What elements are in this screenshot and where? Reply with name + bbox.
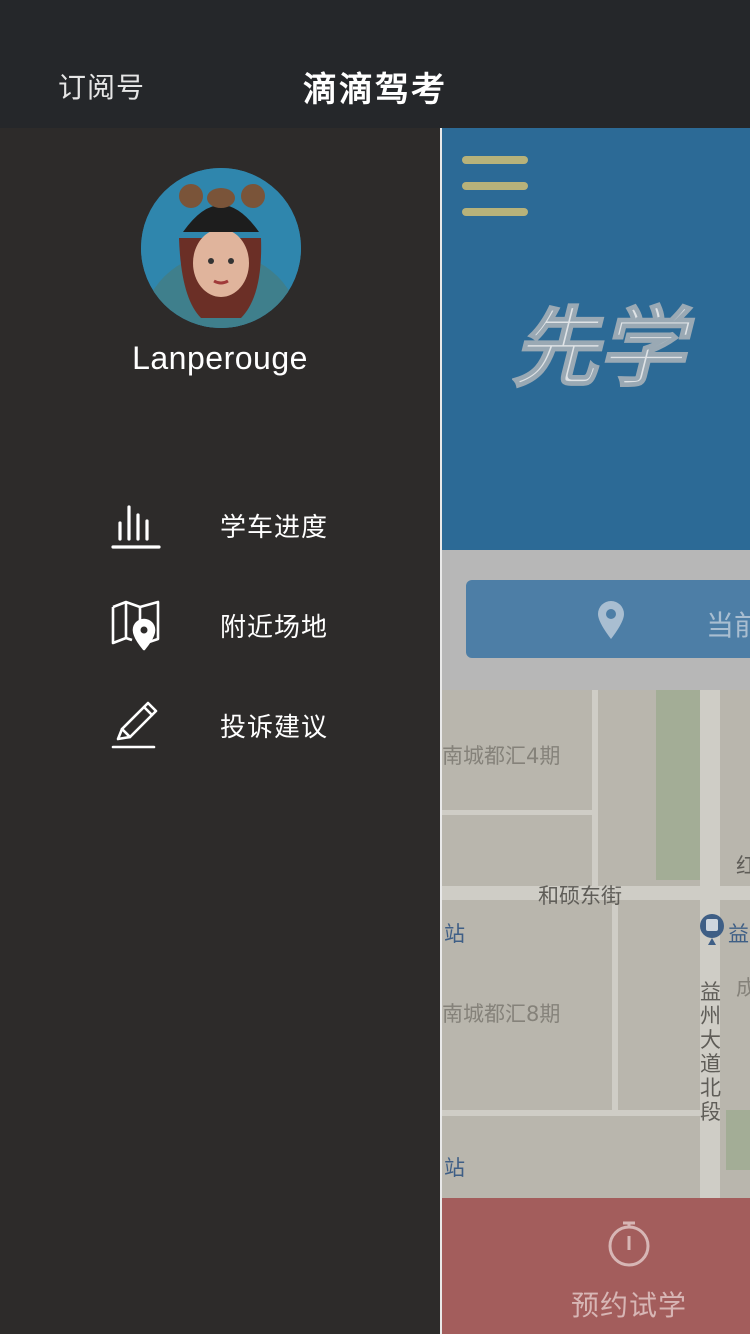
menu-item-nearby-sites[interactable]: 附近场地 [108,590,408,660]
top-bar: 订阅号 滴滴驾考 [0,0,750,128]
main-content[interactable]: 先学 当前定 南城都汇4期 和硕东街 站 益 南城都汇8期 益州大道北段 站 红 [442,128,750,1334]
hamburger-menu-icon[interactable] [462,156,528,216]
page-title: 滴滴驾考 [303,70,447,110]
location-label: 当前定 [706,609,750,642]
banner-slogan-text: 先学 [512,299,695,399]
banner: 先学 [442,128,750,550]
map-label: 和硕东街 [538,884,622,908]
map-label: 益 [728,922,749,946]
menu-item-feedback[interactable]: 投诉建议 [108,690,408,760]
location-pin-icon [596,600,626,644]
bar-chart-icon [108,497,164,553]
map-label: 站 [444,922,465,946]
username: Lanperouge [132,340,308,376]
stopwatch-icon [606,1220,652,1272]
bus-stop-icon [698,912,726,951]
banner-slogan: 先学 [512,298,696,400]
map-view[interactable]: 南城都汇4期 和硕东街 站 益 南城都汇8期 益州大道北段 站 红 成 [442,690,750,1198]
map-label: 南城都汇8期 [442,1002,561,1026]
current-location-button[interactable]: 当前定 [466,580,750,658]
menu-item-label: 投诉建议 [220,712,329,743]
map-label: 成 [736,976,750,1000]
map-label: 红 [736,854,750,878]
map-label: 南城都汇4期 [442,744,561,768]
menu-item-learning-progress[interactable]: 学车进度 [108,490,408,560]
side-drawer: Lanperouge 学车进度 附近场地 投诉建议 [0,128,440,1334]
pencil-icon [108,697,164,753]
avatar[interactable] [141,168,301,328]
book-trial-button[interactable]: 预约试学 [442,1198,750,1334]
menu-item-label: 附近场地 [220,612,329,643]
menu-item-label: 学车进度 [220,512,329,543]
book-trial-label: 预约试学 [570,1289,687,1322]
map-label: 益州大道北段 [700,980,721,1124]
map-label: 站 [444,1156,465,1180]
map-pin-icon [108,597,164,653]
